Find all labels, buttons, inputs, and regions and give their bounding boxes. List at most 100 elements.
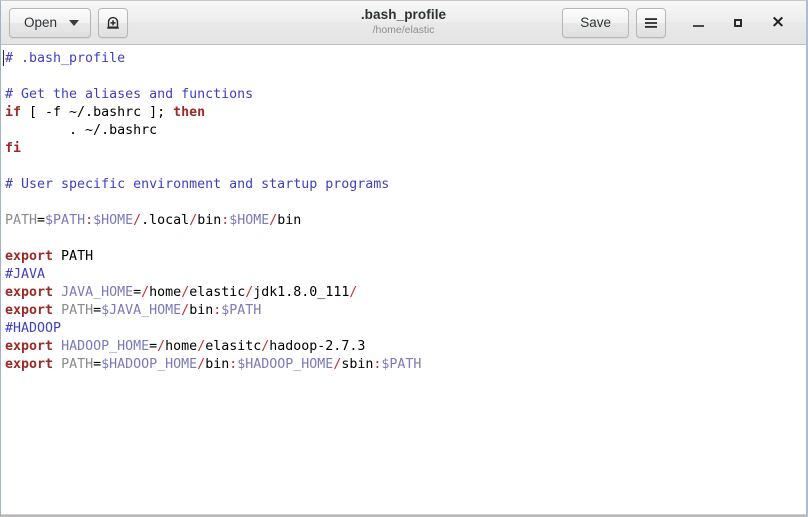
editor-area: # .bash_profile # Get the aliases and fu… xyxy=(1,45,806,515)
header-right-controls: Save × xyxy=(562,6,798,40)
code-token: $JAVA_HOME xyxy=(101,303,182,318)
code-token: #HADOOP xyxy=(5,321,62,336)
maximize-icon xyxy=(734,18,742,27)
code-token: / xyxy=(133,213,142,228)
page-title: .bash_profile xyxy=(360,7,447,23)
code-token: / xyxy=(181,303,190,318)
code-line: # Get the aliases and functions xyxy=(5,86,806,104)
minimize-icon xyxy=(692,25,704,27)
close-button[interactable]: × xyxy=(758,6,798,40)
code-token: . ~/.bashrc xyxy=(5,123,158,138)
window-controls: × xyxy=(678,6,798,40)
new-document-icon xyxy=(107,16,119,29)
code-token: [ -f ~/.bashrc ]; xyxy=(21,105,174,120)
header-left-controls: Open xyxy=(9,7,129,38)
code-token: = xyxy=(93,357,102,372)
close-icon: × xyxy=(770,12,786,32)
code-token: PATH xyxy=(61,303,94,318)
code-line: # .bash_profile xyxy=(5,50,806,68)
text-cursor xyxy=(3,50,4,66)
code-token: bin xyxy=(205,357,230,372)
code-token: bin xyxy=(189,303,214,318)
code-token: $HOME xyxy=(229,213,270,228)
code-token: elasitc xyxy=(205,339,262,354)
code-line: #HADOOP xyxy=(5,320,806,338)
code-token: export xyxy=(5,285,54,300)
code-token: = xyxy=(149,339,158,354)
hamburger-menu-icon xyxy=(645,17,657,28)
code-token: export xyxy=(5,303,54,318)
code-line: fi xyxy=(5,140,806,158)
code-token: JAVA_HOME xyxy=(61,285,134,300)
source-text-view[interactable]: # .bash_profile # Get the aliases and fu… xyxy=(1,45,806,515)
code-token: = xyxy=(133,285,142,300)
code-token: home xyxy=(149,285,182,300)
code-token: export xyxy=(5,357,54,372)
code-line: export PATH=$JAVA_HOME/bin:$PATH xyxy=(5,302,806,320)
save-button-label: Save xyxy=(580,15,611,30)
chevron-down-icon xyxy=(69,19,80,26)
code-token: $HADOOP_HOME xyxy=(101,357,198,372)
code-token: bin xyxy=(277,213,302,228)
code-token: : xyxy=(85,213,94,228)
page-subtitle-path: /home/elastic xyxy=(372,23,435,36)
open-button[interactable]: Open xyxy=(9,7,92,38)
open-button-label: Open xyxy=(24,14,58,30)
code-token: if xyxy=(5,105,22,120)
code-token: # User specific environment and startup … xyxy=(5,177,390,192)
code-token: = xyxy=(93,303,102,318)
code-token: HADOOP_HOME xyxy=(61,339,150,354)
code-token: export xyxy=(5,249,54,264)
code-token: PATH xyxy=(5,213,38,228)
code-token: sbin xyxy=(341,357,374,372)
code-token: # .bash_profile xyxy=(5,51,126,66)
code-token: PATH xyxy=(61,357,94,372)
code-line: #JAVA xyxy=(5,266,806,284)
code-token: / xyxy=(197,357,206,372)
code-token: #JAVA xyxy=(5,267,46,282)
code-token: $HOME xyxy=(93,213,134,228)
code-token: # Get the aliases and functions xyxy=(5,87,254,102)
code-token: $HADOOP_HOME xyxy=(237,357,334,372)
code-token: fi xyxy=(5,141,22,156)
code-line: if [ -f ~/.bashrc ]; then xyxy=(5,104,806,122)
code-token: .local xyxy=(141,213,190,228)
text-editor-window: Open .bash_profile /home/elastic Save × … xyxy=(0,0,808,517)
code-token: = xyxy=(37,213,46,228)
code-token: / xyxy=(349,285,358,300)
code-token: PATH xyxy=(53,249,94,264)
code-line: export PATH=$HADOOP_HOME/bin:$HADOOP_HOM… xyxy=(5,356,806,374)
code-token: / xyxy=(141,285,150,300)
maximize-button[interactable] xyxy=(718,6,758,40)
code-token: $PATH xyxy=(381,357,422,372)
code-token: $PATH xyxy=(45,213,86,228)
code-token: $PATH xyxy=(221,303,262,318)
window-bottom-divider xyxy=(1,514,806,515)
code-token: / xyxy=(197,339,206,354)
save-button[interactable]: Save xyxy=(562,7,629,38)
header-bar: Open .bash_profile /home/elastic Save × xyxy=(1,1,806,45)
code-token: elastic xyxy=(189,285,246,300)
new-document-button[interactable] xyxy=(98,7,129,38)
code-token: export xyxy=(5,339,54,354)
minimize-button[interactable] xyxy=(678,6,718,40)
code-token: / xyxy=(181,285,190,300)
code-token: / xyxy=(157,339,166,354)
code-line: . ~/.bashrc xyxy=(5,122,806,140)
main-menu-button[interactable] xyxy=(636,7,666,38)
code-token: jdk1.8.0_111 xyxy=(253,285,350,300)
code-token: hadoop-2.7.3 xyxy=(269,339,366,354)
code-line: # User specific environment and startup … xyxy=(5,176,806,194)
code-token: then xyxy=(173,105,206,120)
code-line: export PATH xyxy=(5,248,806,266)
code-token: home xyxy=(165,339,198,354)
code-line: PATH=$PATH:$HOME/.local/bin:$HOME/bin xyxy=(5,212,806,230)
